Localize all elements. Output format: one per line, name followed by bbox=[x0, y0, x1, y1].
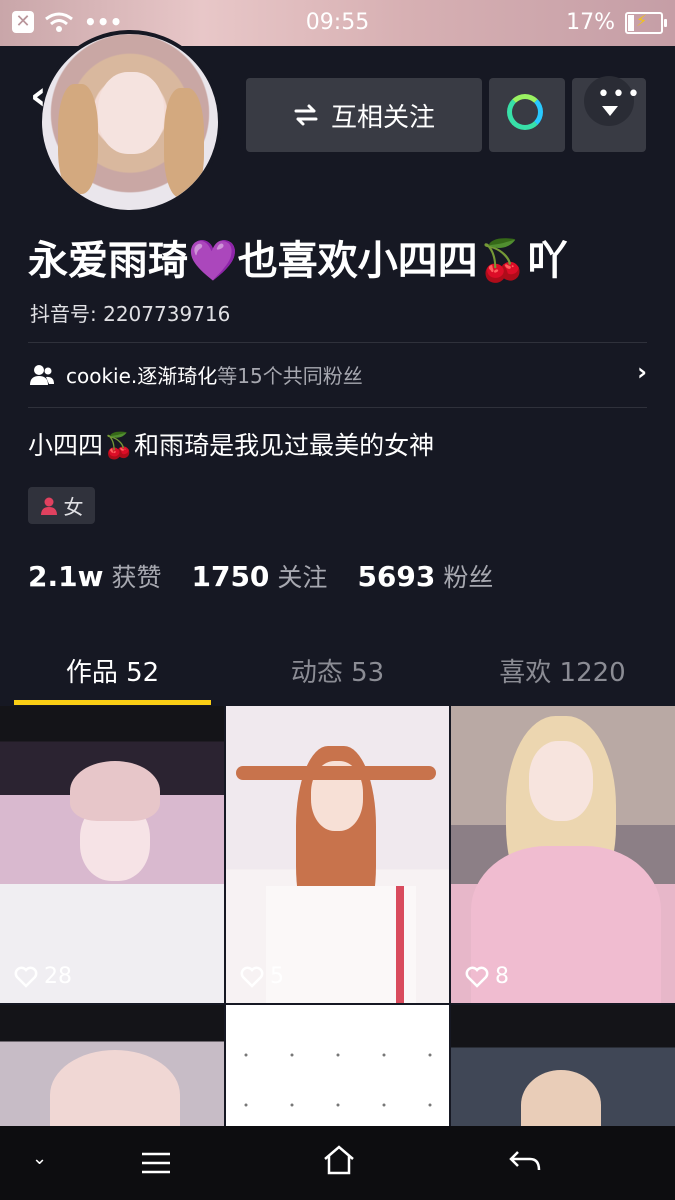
tab-works[interactable]: 作品 52 bbox=[0, 652, 225, 689]
video-thumbnail[interactable]: 8 bbox=[451, 706, 675, 1003]
stat-likes[interactable]: 2.1w 获赞 bbox=[28, 558, 161, 594]
gender-label: 女 bbox=[63, 495, 84, 519]
message-button[interactable] bbox=[489, 78, 565, 152]
mutual-fan-username: cookie.逐渐琦化 bbox=[66, 364, 218, 388]
stat-value: 5693 bbox=[357, 560, 436, 593]
chevron-right-icon: › bbox=[637, 358, 647, 386]
divider bbox=[28, 407, 647, 408]
chat-bubble-icon bbox=[507, 94, 543, 130]
swap-arrows-icon bbox=[294, 104, 318, 126]
status-right: 17% ⚡ bbox=[566, 10, 667, 35]
battery-icon: ⚡ bbox=[625, 11, 667, 34]
divider bbox=[28, 342, 647, 343]
stat-value: 1750 bbox=[191, 560, 270, 593]
female-user-icon bbox=[40, 497, 57, 515]
video-thumbnail[interactable] bbox=[0, 1005, 224, 1126]
tab-activity[interactable]: 动态 53 bbox=[225, 652, 450, 689]
follow-button-label: 互相关注 bbox=[330, 102, 435, 133]
video-likes: 28 bbox=[14, 964, 72, 989]
stat-label: 粉丝 bbox=[443, 563, 494, 592]
like-count: 5 bbox=[270, 964, 284, 989]
stat-label: 关注 bbox=[277, 563, 328, 592]
like-count: 28 bbox=[44, 964, 72, 989]
display-name: 永爱雨琦💜也喜欢小四四🍒吖 bbox=[28, 238, 568, 284]
collapse-icon[interactable]: ⌄ bbox=[32, 1148, 47, 1169]
video-thumbnail[interactable] bbox=[226, 1005, 449, 1126]
stat-followers[interactable]: 5693 粉丝 bbox=[357, 558, 493, 594]
active-tab-indicator bbox=[14, 700, 211, 705]
heart-icon bbox=[240, 966, 264, 988]
battery-percent: 17% bbox=[566, 10, 615, 35]
mutual-fans-count: 等15个共同粉丝 bbox=[217, 364, 363, 388]
dot-pattern bbox=[244, 1053, 432, 1107]
stat-label: 获赞 bbox=[111, 563, 162, 592]
more-button[interactable]: ••• bbox=[572, 76, 646, 152]
bio: 小四四🍒和雨琦是我见过最美的女神 bbox=[28, 431, 435, 460]
stats-row: 2.1w 获赞 1750 关注 5693 粉丝 bbox=[28, 558, 493, 594]
video-thumbnail[interactable] bbox=[451, 1005, 675, 1126]
menu-icon[interactable] bbox=[140, 1150, 172, 1176]
mutual-fans-row[interactable]: cookie.逐渐琦化 等15个共同粉丝 › bbox=[30, 358, 647, 389]
profile-tabs: 作品 52 动态 53 喜欢 1220 bbox=[0, 640, 675, 706]
back-arrow-icon[interactable] bbox=[508, 1148, 542, 1174]
stat-value: 2.1w bbox=[28, 560, 104, 593]
stat-following[interactable]: 1750 关注 bbox=[191, 558, 327, 594]
more-dots-icon: ••• bbox=[584, 76, 640, 126]
home-icon[interactable] bbox=[322, 1144, 356, 1176]
video-thumbnail[interactable]: 28 bbox=[0, 706, 224, 1003]
video-likes: 8 bbox=[465, 964, 509, 989]
avatar[interactable] bbox=[38, 30, 222, 214]
users-icon bbox=[30, 364, 54, 385]
mutual-follow-button[interactable]: 互相关注 bbox=[246, 78, 482, 152]
gender-tag: 女 bbox=[28, 487, 95, 524]
douyin-id: 抖音号: 2207739716 bbox=[30, 302, 231, 326]
video-thumbnail[interactable]: 5 bbox=[226, 706, 449, 1003]
tab-likes[interactable]: 喜欢 1220 bbox=[450, 652, 675, 689]
system-nav-bar: ⌄ bbox=[0, 1126, 675, 1200]
heart-icon bbox=[14, 966, 38, 988]
like-count: 8 bbox=[495, 964, 509, 989]
back-icon[interactable]: ‹ bbox=[30, 70, 78, 122]
heart-icon bbox=[465, 966, 489, 988]
video-likes: 5 bbox=[240, 964, 284, 989]
